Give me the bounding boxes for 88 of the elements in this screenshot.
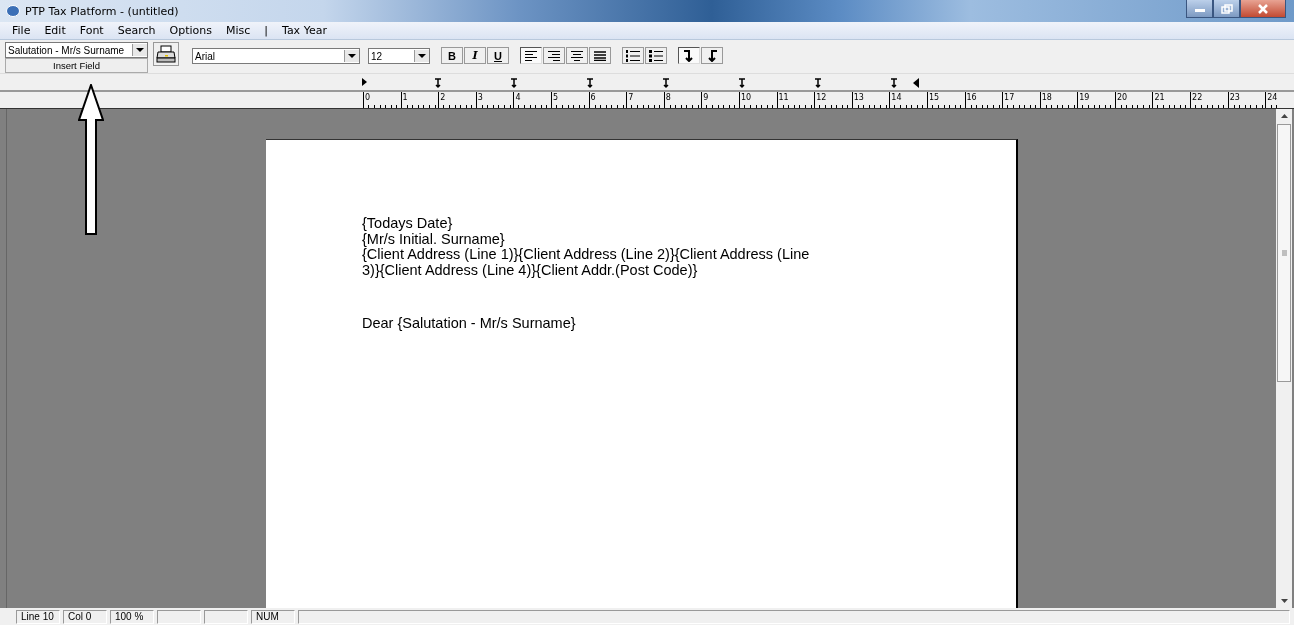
ruler-number: 2 bbox=[439, 93, 447, 102]
restore-icon bbox=[1220, 3, 1233, 14]
document-text-line: {Client Address (Line 1)}{Client Address (Line 2)}{Client Address (Line bbox=[362, 247, 811, 263]
document-text-line: Dear {Salutation - Mr/s Surname} bbox=[362, 316, 577, 332]
document-text-line: 3)}{Client Address (Line 4)}{Client Addr.(Post Code)} bbox=[362, 262, 698, 278]
menu-item[interactable]: Search bbox=[117, 24, 156, 37]
ruler-number: 0 bbox=[364, 93, 372, 102]
align-justify-icon bbox=[594, 50, 606, 61]
scroll-up-icon[interactable] bbox=[1280, 114, 1288, 118]
field-dropdown[interactable]: Salutation - Mr/s Surname bbox=[5, 42, 148, 58]
menu-item[interactable]: File bbox=[12, 24, 31, 37]
align-center-icon bbox=[571, 50, 583, 61]
italic-button[interactable]: I bbox=[464, 47, 486, 64]
ruler-number: 19 bbox=[1078, 93, 1091, 102]
ruler-number: 12 bbox=[815, 93, 828, 102]
status-panel bbox=[157, 609, 201, 624]
ruler-number: 17 bbox=[1003, 93, 1016, 102]
ruler-number: 14 bbox=[890, 93, 903, 102]
ruler-number: 11 bbox=[777, 93, 790, 102]
document-text-line: {Mr/s Initial. Surname} bbox=[362, 231, 506, 247]
ruler-number: 4 bbox=[514, 93, 522, 102]
menu-item[interactable]: Options bbox=[169, 24, 212, 37]
window-title: PTP Tax Platform - (untitled) bbox=[25, 4, 179, 18]
ruler-number: 20 bbox=[1115, 93, 1129, 102]
bulleted-list-icon bbox=[649, 49, 663, 62]
numbered-list-button[interactable] bbox=[622, 47, 644, 64]
tab-stop-icon[interactable] bbox=[586, 78, 594, 89]
right-indent-icon[interactable] bbox=[913, 78, 919, 88]
tab-stop-icon[interactable] bbox=[814, 78, 822, 89]
left-indent-icon[interactable] bbox=[362, 78, 367, 86]
bulleted-list-button[interactable] bbox=[645, 47, 667, 64]
menu-item[interactable]: Misc bbox=[225, 24, 251, 37]
document-text-line: {Todays Date} bbox=[362, 216, 454, 232]
status-panel: Col 0 bbox=[63, 609, 107, 624]
tab-stop-icon[interactable] bbox=[434, 78, 442, 89]
status-panel: NUM bbox=[251, 609, 295, 624]
restore-button[interactable] bbox=[1213, 0, 1240, 18]
tab-right-button[interactable] bbox=[701, 47, 723, 64]
menu-item[interactable]: | bbox=[264, 24, 268, 37]
ruler-number: 23 bbox=[1228, 93, 1241, 102]
tab-left-icon bbox=[684, 49, 694, 62]
menu-item[interactable]: Font bbox=[79, 24, 104, 37]
close-button[interactable] bbox=[1240, 0, 1286, 18]
tab-stop-icon[interactable] bbox=[890, 78, 898, 89]
ruler-number: 3 bbox=[476, 93, 484, 102]
menu-item[interactable]: Tax Year bbox=[282, 24, 327, 37]
ruler-number: 9 bbox=[702, 93, 710, 102]
ruler-number: 13 bbox=[852, 93, 865, 102]
printer-icon[interactable] bbox=[153, 42, 179, 66]
status-panel: 100 % bbox=[110, 609, 154, 624]
tab-stop-icon[interactable] bbox=[662, 78, 670, 89]
numbered-list-icon bbox=[626, 49, 640, 62]
tab-stop-icon[interactable] bbox=[510, 78, 518, 89]
ruler-number: 8 bbox=[664, 93, 672, 102]
font-dropdown[interactable]: Arial bbox=[192, 48, 360, 64]
align-justify-button[interactable] bbox=[589, 47, 611, 64]
menu-item[interactable]: Edit bbox=[44, 24, 66, 37]
app-icon bbox=[6, 5, 20, 17]
ruler-number: 18 bbox=[1040, 93, 1053, 102]
ruler-number: 7 bbox=[627, 93, 635, 102]
align-right-button[interactable] bbox=[543, 47, 565, 64]
ruler-number: 5 bbox=[551, 93, 560, 102]
align-right-icon bbox=[548, 50, 560, 61]
ruler-number: 22 bbox=[1191, 93, 1204, 102]
scroll-down-icon[interactable] bbox=[1280, 599, 1288, 603]
vertical-scrollbar[interactable] bbox=[1276, 109, 1292, 608]
insert-field-button[interactable]: Insert Field bbox=[5, 58, 148, 73]
ruler-number: 16 bbox=[965, 93, 978, 102]
close-icon bbox=[1256, 3, 1270, 14]
ruler-number: 1 bbox=[401, 93, 409, 102]
status-panel bbox=[204, 609, 248, 624]
status-panel: Line 10 bbox=[16, 609, 60, 624]
align-left-button[interactable] bbox=[520, 47, 542, 64]
ruler-number: 15 bbox=[927, 93, 941, 102]
underline-button[interactable]: U bbox=[487, 47, 509, 64]
align-center-button[interactable] bbox=[566, 47, 588, 64]
ruler-number: 21 bbox=[1153, 93, 1166, 102]
bold-button[interactable]: B bbox=[441, 47, 463, 64]
tab-stop-icon[interactable] bbox=[738, 78, 746, 89]
ruler-number: 6 bbox=[589, 93, 597, 102]
ruler-number: 24 bbox=[1266, 93, 1279, 102]
size-dropdown[interactable]: 12 bbox=[368, 48, 430, 64]
tab-right-icon bbox=[707, 49, 717, 62]
minimize-button[interactable] bbox=[1186, 0, 1213, 18]
scroll-thumb[interactable] bbox=[1277, 124, 1291, 382]
tab-left-button[interactable] bbox=[678, 47, 700, 64]
ruler-number: 10 bbox=[739, 93, 753, 102]
align-left-icon bbox=[525, 50, 537, 61]
